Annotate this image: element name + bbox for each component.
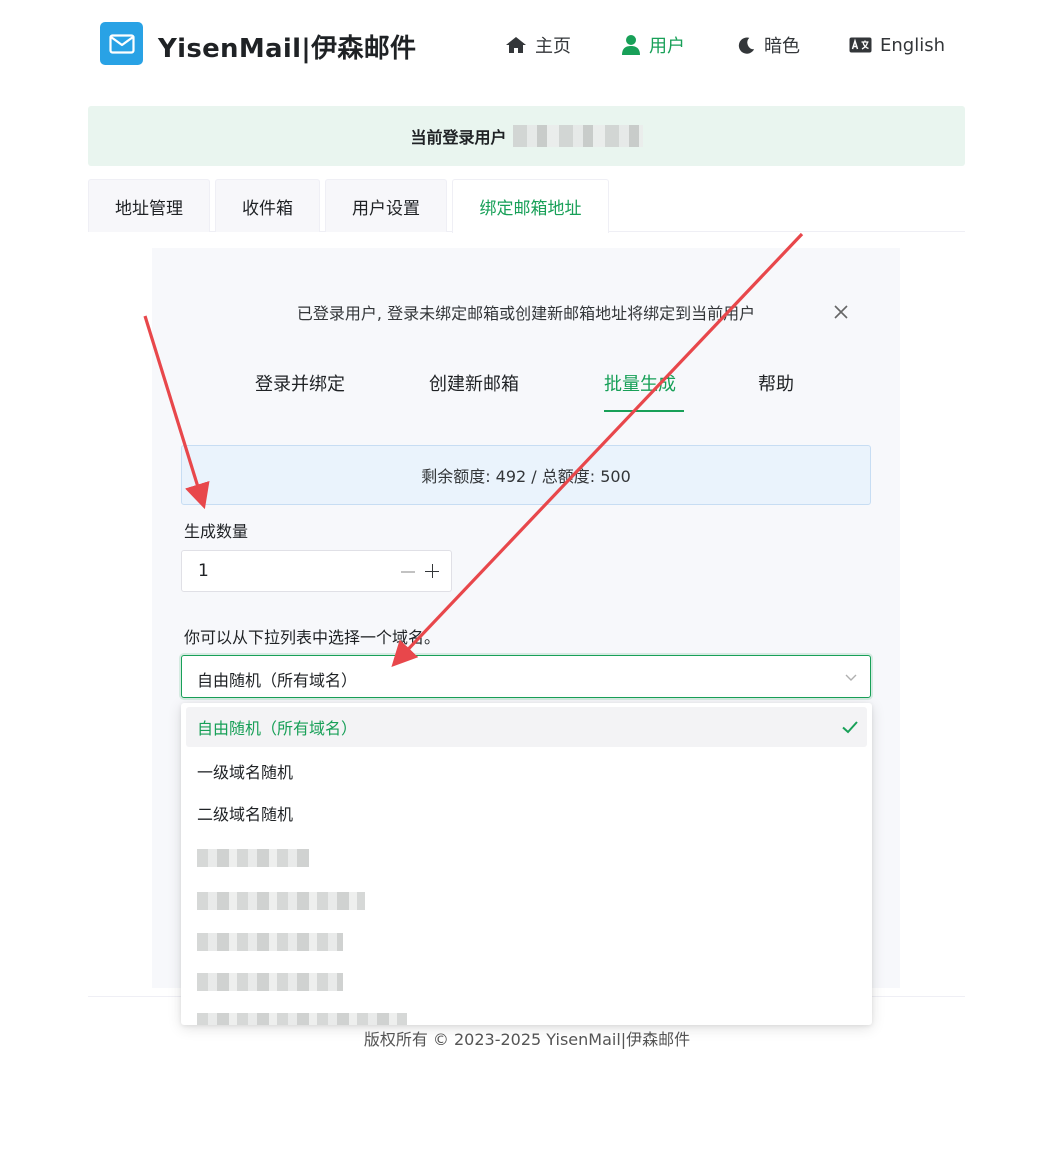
subtab-login-bind[interactable]: 登录并绑定 [255,370,345,396]
domain-select-value: 自由随机（所有域名） [197,671,358,690]
dropdown-option-redacted[interactable] [186,962,867,1002]
domain-dropdown-menu: 自由随机（所有域名） 一级域名随机 二级域名随机 [181,703,872,1025]
dropdown-option-redacted[interactable] [186,881,867,921]
dropdown-option-free-random[interactable]: 自由随机（所有域名） [186,707,867,747]
translate-icon [849,37,872,53]
redacted-domain [197,849,309,867]
nav-dark-mode-label: 暗色 [764,36,800,57]
tab-user-settings[interactable]: 用户设置 [325,179,447,232]
redacted-domain [197,1013,407,1025]
dropdown-option-first-level[interactable]: 一级域名随机 [186,751,867,791]
nav-user-label: 用户 [649,36,685,57]
dropdown-option-label: 自由随机（所有域名） [197,719,358,738]
dropdown-option-label: 二级域名随机 [197,805,294,824]
nav-home-label: 主页 [535,36,571,57]
user-icon [622,35,640,55]
dropdown-option-redacted[interactable] [186,1002,867,1025]
subtab-help[interactable]: 帮助 [758,370,794,396]
close-icon[interactable] [832,303,850,321]
tab-inbox[interactable]: 收件箱 [215,179,320,232]
quota-info: 剩余额度: 492 / 总额度: 500 [181,445,871,505]
domain-label: 你可以从下拉列表中选择一个域名。 [184,628,441,647]
tab-address-management[interactable]: 地址管理 [88,179,210,232]
count-label: 生成数量 [184,522,249,541]
tab-bind-mailbox[interactable]: 绑定邮箱地址 [452,179,609,233]
subtab-create-mailbox[interactable]: 创建新邮箱 [429,370,519,396]
redacted-domain [197,892,365,910]
redacted-domain [197,973,343,991]
home-icon [506,37,526,53]
mail-logo-icon[interactable] [100,22,143,65]
nav-home[interactable]: 主页 [505,32,571,58]
footer-copyright: 版权所有 © 2023-2025 YisenMail|伊森邮件 [363,1030,691,1049]
chevron-down-icon [845,674,857,681]
domain-select[interactable]: 自由随机（所有域名） [181,655,871,698]
redacted-username [512,125,643,147]
decrement-button[interactable] [401,571,415,573]
dropdown-option-redacted[interactable] [186,922,867,962]
nav-language[interactable]: English [849,32,945,58]
nav-user[interactable]: 用户 [621,32,685,58]
increment-button[interactable] [425,564,439,578]
dropdown-option-redacted[interactable] [186,838,867,878]
nav-dark-mode[interactable]: 暗色 [737,32,800,58]
check-icon [842,721,858,734]
dropdown-option-second-level[interactable]: 二级域名随机 [186,793,867,833]
active-subtab-indicator [604,410,684,412]
app-header: YisenMail|伊森邮件 主页 用户 暗色 English [0,0,1054,92]
dropdown-option-label: 一级域名随机 [197,763,294,782]
quantity-input[interactable]: 1 [198,561,209,581]
bind-notice: 已登录用户, 登录未绑定邮箱或创建新邮箱地址将绑定到当前用户 [296,304,756,323]
login-banner-text: 当前登录用户 [410,128,507,147]
moon-icon [738,37,755,54]
redacted-domain [197,933,343,951]
brand-title[interactable]: YisenMail|伊森邮件 [158,28,416,65]
subtab-batch-generate[interactable]: 批量生成 [604,370,676,396]
main-tabs: 地址管理 收件箱 用户设置 绑定邮箱地址 [88,179,965,233]
login-banner: 当前登录用户 [88,106,965,166]
quantity-stepper[interactable]: 1 [181,550,452,592]
nav-language-label: English [880,34,945,56]
